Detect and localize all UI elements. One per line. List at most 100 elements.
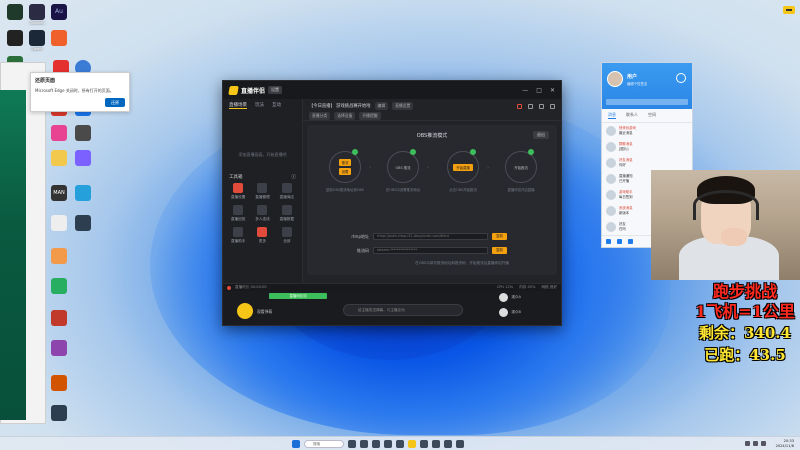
tool-live-shop[interactable]: 直播商店 [276, 183, 298, 200]
network-icon[interactable] [745, 441, 750, 446]
list-item[interactable]: 群聊消息 [图片] [602, 139, 692, 155]
maximize-button[interactable]: □ [536, 87, 542, 94]
interaction-bar[interactable]: 直播间互动 [269, 293, 327, 299]
taskbar-clock[interactable]: 20:33 2024/11/6 [776, 439, 794, 449]
close-button[interactable]: ✕ [550, 87, 555, 94]
minimize-button[interactable]: — [522, 87, 528, 94]
list-item[interactable]: 快来玩游戏 最近消息 [602, 123, 692, 139]
start-icon[interactable] [292, 439, 300, 448]
danmaku-input[interactable]: 给主播发送弹幕，与主播互动 [343, 304, 463, 316]
desktop-icon[interactable] [48, 340, 70, 356]
edge-icon[interactable] [372, 439, 380, 448]
live-settings-pill[interactable]: 直播设置 [392, 102, 414, 110]
corner-app-icon[interactable] [782, 3, 796, 17]
restore-button[interactable]: 还原 [105, 98, 125, 107]
desktop-icon[interactable] [72, 125, 94, 141]
category-pill[interactable]: 直播分类 [309, 112, 331, 120]
record-icon[interactable] [517, 103, 522, 109]
desktop-icon[interactable]: Obsidian [26, 4, 48, 25]
app-icon[interactable] [444, 439, 452, 448]
file-explorer-icon[interactable] [360, 439, 368, 448]
tab-contacts[interactable]: 联系人 [626, 112, 638, 119]
key-row: 推流码 stream-**************** 复制 [347, 247, 507, 254]
tab-messages[interactable]: 消息 [608, 112, 616, 119]
list-item[interactable]: 观众A [499, 293, 521, 302]
avatar[interactable] [607, 71, 623, 87]
list-item[interactable]: 好友消息 你好 [602, 155, 692, 171]
reminder-pill[interactable]: 开播提醒 [359, 112, 381, 120]
remaining-distance: 剩余：340.4 [699, 324, 791, 342]
tool-more[interactable]: 更多 [251, 227, 273, 244]
desktop-icon[interactable] [48, 125, 70, 141]
link-icon [257, 205, 268, 215]
stream-key-field[interactable]: stream-**************** [373, 247, 488, 254]
app-icon[interactable] [456, 439, 464, 448]
desktop-icon[interactable] [48, 215, 70, 231]
live-companion-icon[interactable] [408, 439, 416, 448]
desktop-icon[interactable] [72, 215, 94, 231]
qq-signature[interactable]: 编辑个性签名 [627, 81, 647, 86]
logo-mark-icon [228, 85, 239, 95]
desktop-icon[interactable] [48, 375, 70, 391]
tool-data[interactable]: 直播数据 [276, 205, 298, 222]
settings-pill[interactable]: 设置 [268, 86, 283, 94]
desktop-icon[interactable]: MAN [48, 185, 70, 201]
volume-icon[interactable] [753, 441, 758, 446]
desktop-icon[interactable] [48, 278, 70, 294]
store-icon[interactable] [384, 439, 392, 448]
tool-all[interactable]: 全部 [276, 227, 298, 244]
steam-icon[interactable] [396, 439, 404, 448]
arrow-icon: › [427, 165, 429, 171]
tool-multi-link[interactable]: 多人连线 [251, 205, 273, 222]
desktop-icon[interactable] [72, 150, 94, 166]
step-1-caption: 复制OBS推流地址到OBS [326, 188, 364, 192]
copy-rtmp-button[interactable]: 复制 [492, 233, 507, 240]
tool-live-manage[interactable]: 直播管理 [251, 183, 273, 200]
desktop-icon[interactable] [4, 30, 26, 46]
status-bar: 直播时长 00:00:00 CPU 12% 内存 45% 网络 良好 [223, 283, 561, 291]
check-icon [470, 149, 476, 155]
taskbar-search[interactable]: 搜索 [304, 439, 344, 448]
task-view-icon[interactable] [348, 439, 356, 448]
tool-replay[interactable]: 直播回放 [227, 205, 249, 222]
device-pill[interactable]: 选择设备 [334, 112, 356, 120]
qq-search-input[interactable] [606, 99, 688, 105]
more-icon[interactable] [550, 103, 555, 109]
desktop-icon[interactable]: Steam [26, 30, 48, 51]
menu-icon[interactable] [606, 239, 611, 244]
tab-interact[interactable]: 互动 [272, 102, 281, 109]
exit-mode-button[interactable]: 退出 [533, 131, 549, 139]
tab-space[interactable]: 空间 [648, 112, 656, 119]
desktop-icon[interactable] [48, 150, 70, 166]
tab-scene[interactable]: 直播场景 [229, 102, 247, 109]
desktop-icon[interactable] [72, 185, 94, 201]
tool-assistant[interactable]: 直播助手 [227, 227, 249, 244]
desktop-icon[interactable] [48, 310, 70, 326]
avatar[interactable] [237, 303, 253, 319]
obs-icon[interactable] [432, 439, 440, 448]
header-icons [517, 103, 555, 109]
file-icon[interactable] [628, 239, 633, 244]
share-icon[interactable] [528, 103, 533, 109]
edit-pill[interactable]: 编辑 [374, 102, 389, 110]
toolbox-info-icon[interactable]: ⓘ [292, 174, 297, 180]
check-icon [352, 149, 358, 155]
battery-icon[interactable] [761, 441, 766, 446]
desktop-icon[interactable] [48, 248, 70, 264]
desktop-icon[interactable]: Au [48, 4, 70, 20]
copy-key-button[interactable]: 复制 [492, 247, 507, 254]
desktop-icon[interactable] [48, 30, 70, 46]
tab-play[interactable]: 玩法 [255, 102, 264, 109]
rtmp-field[interactable]: rtmp://push-rtmp-l11.douyincdn.com/third [373, 233, 488, 240]
key-label: 推流码 [357, 247, 369, 253]
tool-live-settings[interactable]: 直播设置 [227, 183, 249, 200]
message-icon[interactable] [539, 103, 544, 109]
desktop-icon[interactable] [4, 4, 26, 21]
rtmp-label: rtmp地址 [351, 233, 369, 239]
desktop-icon[interactable] [48, 405, 70, 421]
apps-icon[interactable] [617, 239, 622, 244]
qq-icon[interactable] [420, 439, 428, 448]
window-controls: — □ ✕ [522, 87, 555, 94]
list-item[interactable]: 观众B [499, 308, 521, 317]
user-icon [257, 183, 268, 193]
